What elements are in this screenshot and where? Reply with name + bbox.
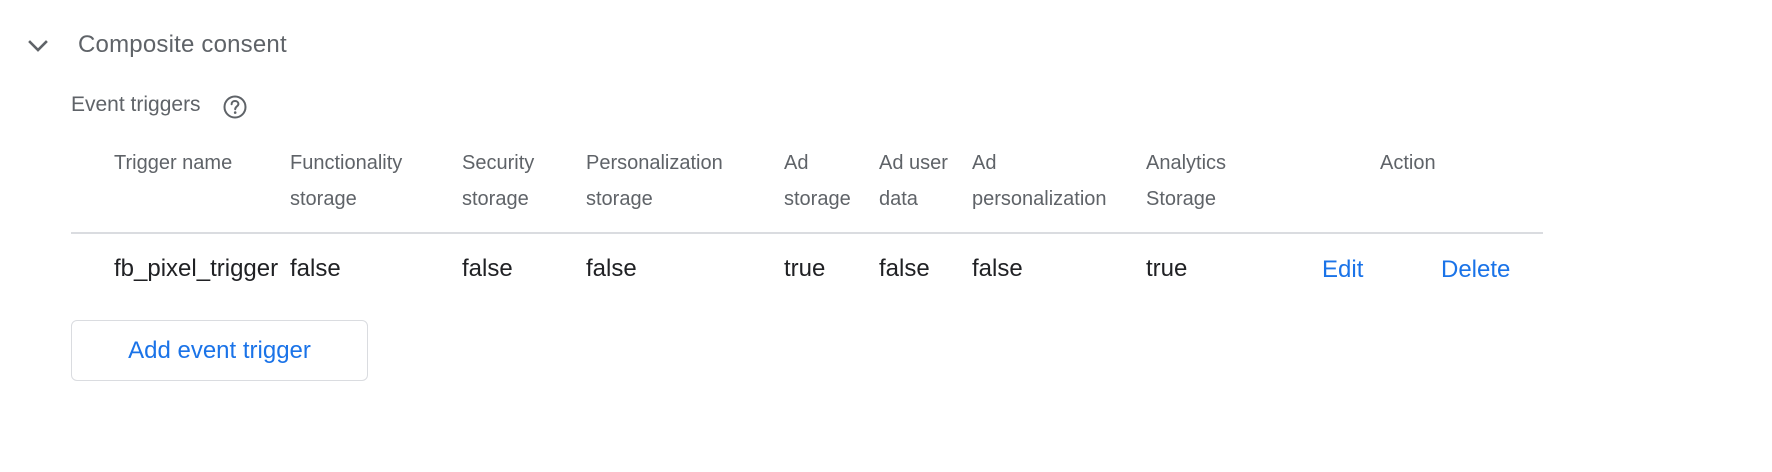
ad-user-data-cell: false [879,255,930,282]
ad-storage-cell: true [784,255,826,282]
column-header-action: Action [1380,152,1436,174]
composite-consent-section-header[interactable]: Composite consent [0,0,1772,96]
delete-trigger-link[interactable]: Delete [1441,254,1510,286]
table-header-divider [71,232,1543,234]
column-header-security-storage: Security storage [462,152,535,210]
ad-personalization-cell: false [972,255,1023,282]
section-title: Composite consent [78,31,287,58]
add-event-trigger-button[interactable]: Add event trigger [71,320,368,381]
security-storage-cell: false [462,255,513,282]
column-header-trigger-name: Trigger name [114,152,233,174]
event-triggers-label: Event triggers [71,93,201,116]
help-circle-icon[interactable] [222,94,248,120]
chevron-down-icon[interactable] [26,36,50,56]
personalization-storage-cell: false [586,255,637,282]
edit-trigger-link[interactable]: Edit [1322,254,1363,286]
column-header-personalization-storage: Personalization storage [586,152,723,210]
trigger-name-cell: fb_pixel_trigger [114,255,279,282]
column-header-analytics-storage: Analytics Storage [1146,152,1227,210]
column-header-ad-personalization: Ad personalization [972,152,1107,210]
column-header-ad-user-data: Ad user data [879,152,948,210]
column-header-ad-storage: Ad storage [784,152,851,210]
column-header-functionality-storage: Functionality storage [290,152,403,210]
functionality-storage-cell: false [290,255,341,282]
analytics-storage-cell: true [1146,255,1188,282]
